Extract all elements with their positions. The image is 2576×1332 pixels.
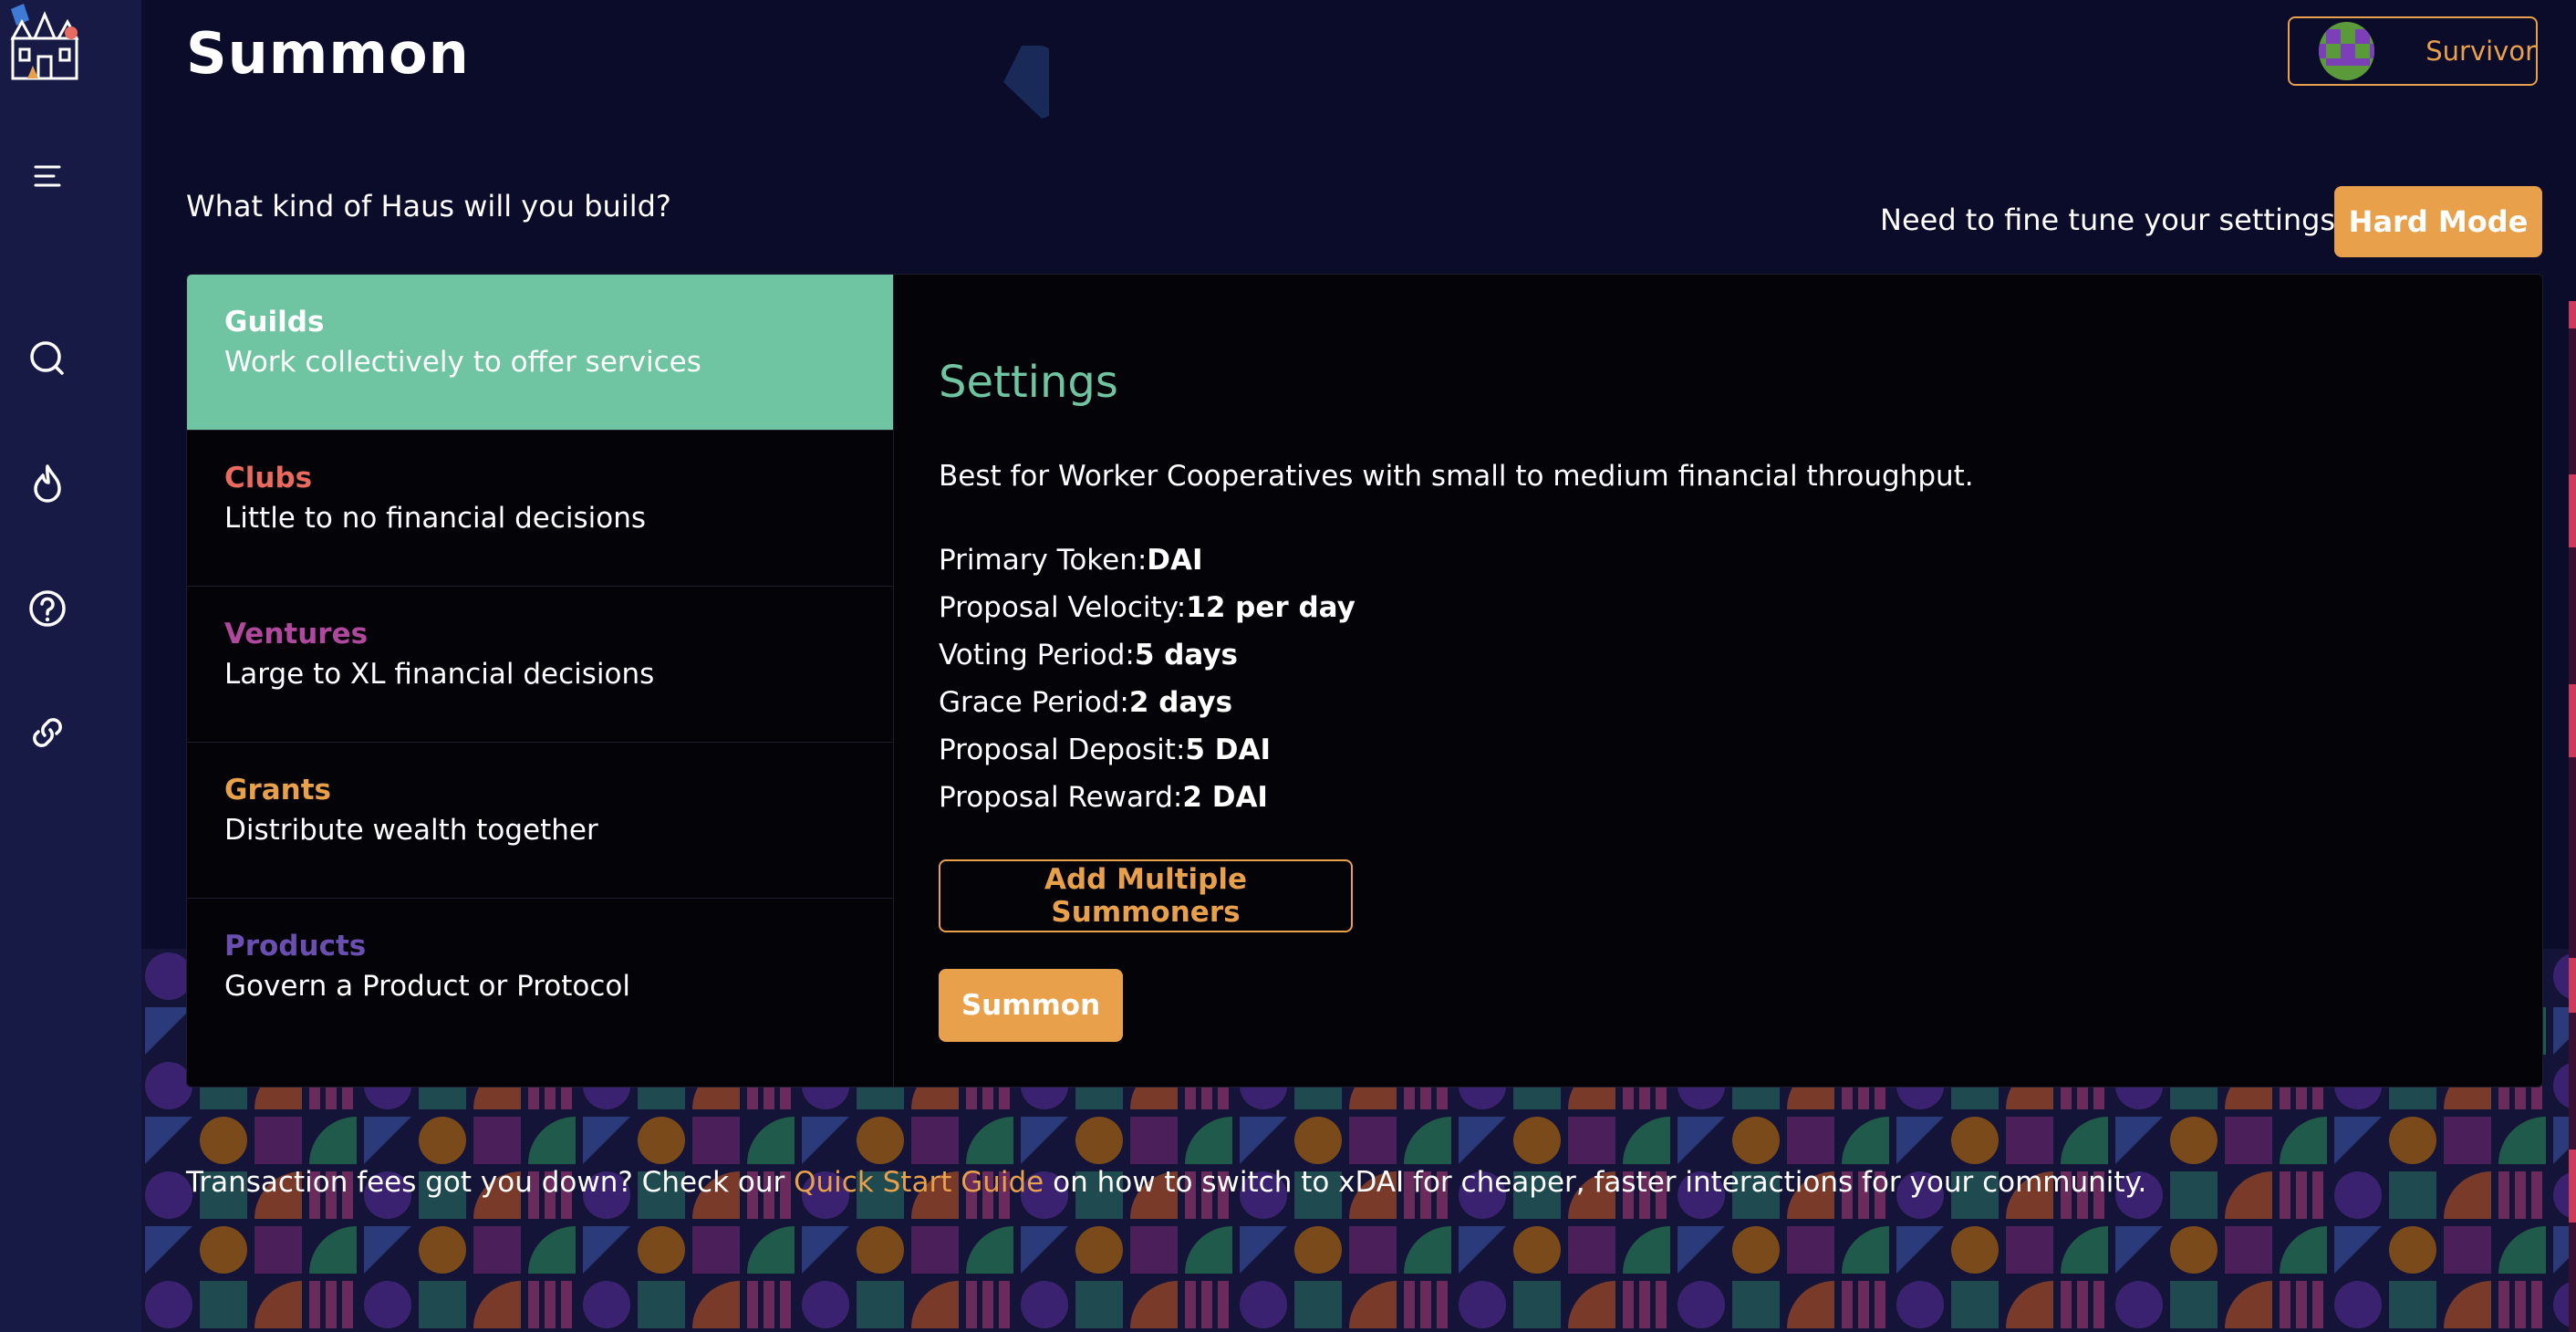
finetune-text: Need to fine tune your settings? <box>1880 203 2352 237</box>
category-item-grants[interactable]: Grants Distribute wealth together <box>187 743 893 899</box>
castle-logo[interactable] <box>2 2 86 86</box>
search-icon[interactable] <box>25 336 70 381</box>
category-title: Clubs <box>224 462 313 494</box>
category-desc: Distribute wealth together <box>224 814 598 847</box>
category-item-clubs[interactable]: Clubs Little to no financial decisions <box>187 431 893 587</box>
category-desc: Govern a Product or Protocol <box>224 970 631 1003</box>
flame-icon[interactable] <box>25 461 70 506</box>
user-name: Survivor <box>2425 36 2536 67</box>
spec-proposal-deposit: Proposal Deposit:5 DAI <box>939 734 1272 766</box>
category-desc: Little to no financial decisions <box>224 502 647 535</box>
avatar <box>2319 22 2375 80</box>
footer-pre: Transaction fees got you down? Check our <box>186 1166 795 1199</box>
category-title: Ventures <box>224 618 369 650</box>
footer-note: Transaction fees got you down? Check our… <box>186 1166 2146 1199</box>
settings-title: Settings <box>939 357 1118 408</box>
main-area: Summon Survivor What kind of Haus will y… <box>141 0 2576 1332</box>
decorative-strip <box>2569 301 2576 1332</box>
help-icon[interactable] <box>25 586 70 631</box>
spec-proposal-velocity: Proposal Velocity:12 per day <box>939 591 1356 624</box>
category-desc: Work collectively to offer services <box>224 346 701 379</box>
spec-primary-token: Primary Token:DAI <box>939 544 1203 577</box>
build-question: What kind of Haus will you build? <box>186 189 671 224</box>
spec-proposal-reward: Proposal Reward:2 DAI <box>939 781 1268 814</box>
category-title: Grants <box>224 774 331 806</box>
spec-voting-period: Voting Period:5 days <box>939 639 1239 671</box>
sidebar <box>0 0 141 1332</box>
category-desc: Large to XL financial decisions <box>224 658 655 691</box>
spec-grace-period: Grace Period:2 days <box>939 686 1233 719</box>
summon-button[interactable]: Summon <box>939 969 1123 1042</box>
user-profile-button[interactable]: Survivor <box>2288 16 2538 86</box>
link-icon[interactable] <box>25 710 70 755</box>
summon-panel: Guilds Work collectively to offer servic… <box>186 274 2543 1087</box>
footer-post: on how to switch to xDAI for cheaper, fa… <box>1053 1166 2147 1199</box>
category-title: Products <box>224 930 367 963</box>
settings-description: Best for Worker Cooperatives with small … <box>939 460 1974 493</box>
menu-icon[interactable] <box>25 153 70 199</box>
add-summoners-button[interactable]: Add Multiple Summoners <box>939 859 1353 932</box>
page-title: Summon <box>186 20 470 87</box>
category-item-guilds[interactable]: Guilds Work collectively to offer servic… <box>187 275 893 431</box>
category-item-ventures[interactable]: Ventures Large to XL financial decisions <box>187 587 893 743</box>
decorative-shape <box>1003 46 1049 119</box>
category-title: Guilds <box>224 306 325 338</box>
hard-mode-button[interactable]: Hard Mode <box>2334 186 2542 257</box>
category-list: Guilds Work collectively to offer servic… <box>187 275 894 1087</box>
quick-start-link[interactable]: Quick Start Guide <box>794 1166 1044 1199</box>
category-item-products[interactable]: Products Govern a Product or Protocol <box>187 899 893 1055</box>
